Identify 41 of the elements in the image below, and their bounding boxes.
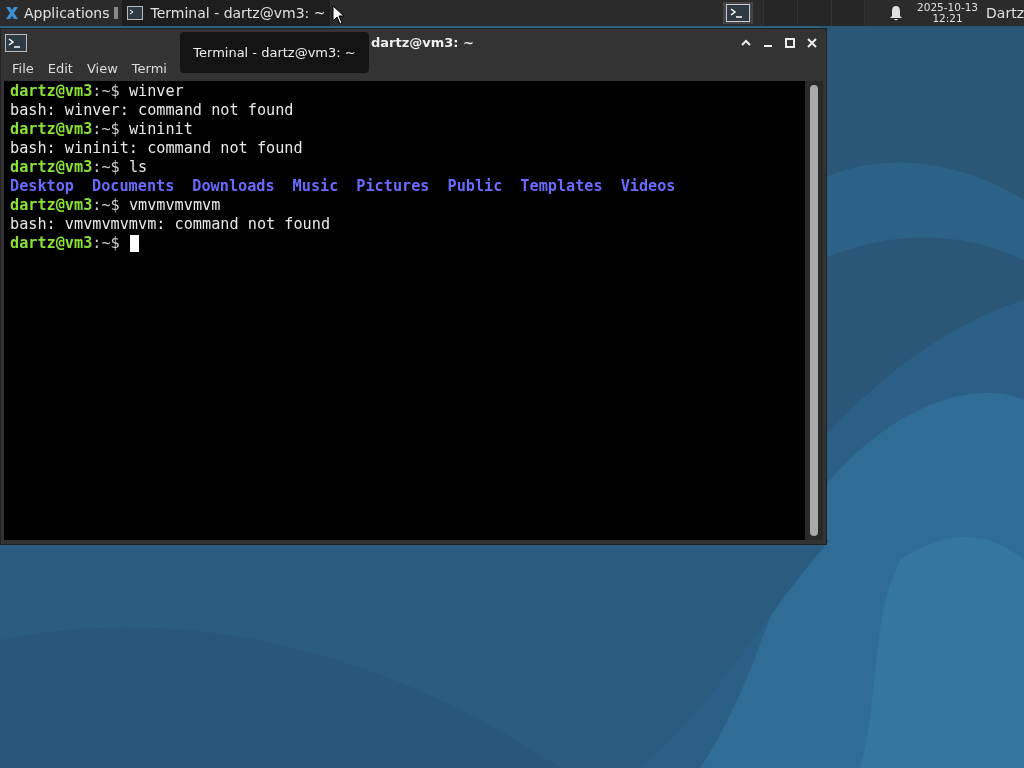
terminal-icon bbox=[126, 6, 143, 20]
tooltip: Terminal - dartz@vm3: ~ bbox=[180, 32, 369, 73]
window-title: dartz@vm3: ~ bbox=[371, 34, 474, 53]
command-text: vmvmvmvmvm bbox=[128, 196, 221, 215]
terminal-icon bbox=[726, 4, 750, 22]
terminal-icon bbox=[5, 34, 27, 52]
app-logo-icon bbox=[4, 5, 20, 21]
prompt: dartz@vm3:~$ bbox=[10, 196, 120, 215]
output-text: bash: winver: command not found bbox=[10, 101, 294, 120]
terminal-launcher[interactable] bbox=[723, 2, 753, 24]
directory-name: Downloads bbox=[192, 177, 275, 196]
applications-menu[interactable]: Applications bbox=[0, 0, 114, 26]
pointer-icon bbox=[332, 5, 346, 25]
menu-item[interactable]: Edit bbox=[40, 59, 80, 79]
prompt: dartz@vm3:~$ bbox=[10, 120, 120, 139]
output-text: bash: wininit: command not found bbox=[10, 139, 303, 158]
directory-name: Desktop bbox=[10, 177, 74, 196]
bell-icon[interactable] bbox=[889, 5, 903, 21]
taskbar-button[interactable]: Terminal - dartz@vm3: ~ bbox=[121, 0, 331, 26]
maximize-icon[interactable] bbox=[784, 37, 796, 49]
menu-item[interactable]: View bbox=[79, 59, 125, 79]
menu-item[interactable]: File bbox=[5, 59, 41, 79]
clock[interactable]: 2025-10-13 12:21 bbox=[917, 2, 979, 24]
command-text: ls bbox=[128, 158, 148, 177]
scrollbar-thumb[interactable] bbox=[810, 85, 818, 536]
menu-item[interactable]: Termi bbox=[124, 59, 174, 79]
directory-name: Templates bbox=[520, 177, 603, 196]
prompt: dartz@vm3:~$ bbox=[10, 234, 120, 253]
directory-name: Documents bbox=[92, 177, 175, 196]
directory-name: Music bbox=[292, 177, 339, 196]
directory-name: Public bbox=[447, 177, 503, 196]
user-name[interactable]: Dartz bbox=[986, 2, 1024, 24]
prompt: dartz@vm3:~$ bbox=[10, 82, 120, 101]
output-text: bash: vmvmvmvmvm: command not found bbox=[10, 215, 331, 234]
command-text: winver bbox=[128, 82, 184, 101]
handle-icon[interactable] bbox=[113, 7, 118, 19]
directory-name: Pictures bbox=[356, 177, 430, 196]
command-text: wininit bbox=[128, 120, 193, 139]
directory-name: Videos bbox=[620, 177, 676, 196]
close-icon[interactable] bbox=[806, 37, 818, 49]
prompt: dartz@vm3:~$ bbox=[10, 158, 120, 177]
